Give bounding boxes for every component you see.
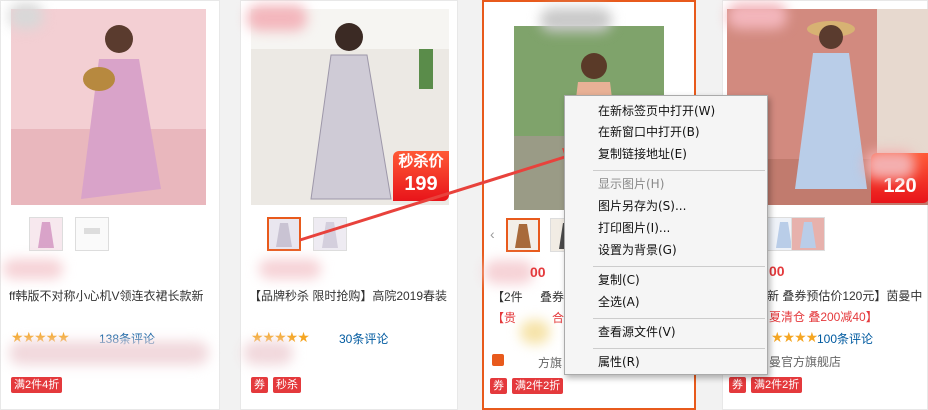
menu-separator — [593, 318, 765, 319]
context-menu: 在新标签页中打开(W) 在新窗口中打开(B) 复制链接地址(E) 显示图片(H)… — [564, 95, 768, 375]
menu-item-copy[interactable]: 复制(C) — [598, 271, 640, 289]
menu-item-open-new-window[interactable]: 在新窗口中打开(B) — [598, 123, 700, 141]
menu-separator — [593, 170, 765, 171]
menu-item-select-all[interactable]: 全选(A) — [598, 293, 640, 311]
menu-item-save-image[interactable]: 图片另存为(S)... — [598, 197, 686, 215]
annotation-arrow — [299, 148, 582, 242]
menu-item-view-source[interactable]: 查看源文件(V) — [598, 323, 676, 341]
menu-item-copy-link[interactable]: 复制链接地址(E) — [598, 145, 687, 163]
menu-separator — [593, 266, 765, 267]
menu-item-open-new-tab[interactable]: 在新标签页中打开(W) — [598, 102, 715, 120]
menu-item-properties[interactable]: 属性(R) — [598, 353, 640, 371]
menu-item-show-image: 显示图片(H) — [598, 177, 665, 191]
menu-item-set-background[interactable]: 设置为背景(G) — [598, 241, 677, 259]
menu-separator — [593, 348, 765, 349]
menu-item-print-image[interactable]: 打印图片(I)... — [598, 219, 670, 237]
